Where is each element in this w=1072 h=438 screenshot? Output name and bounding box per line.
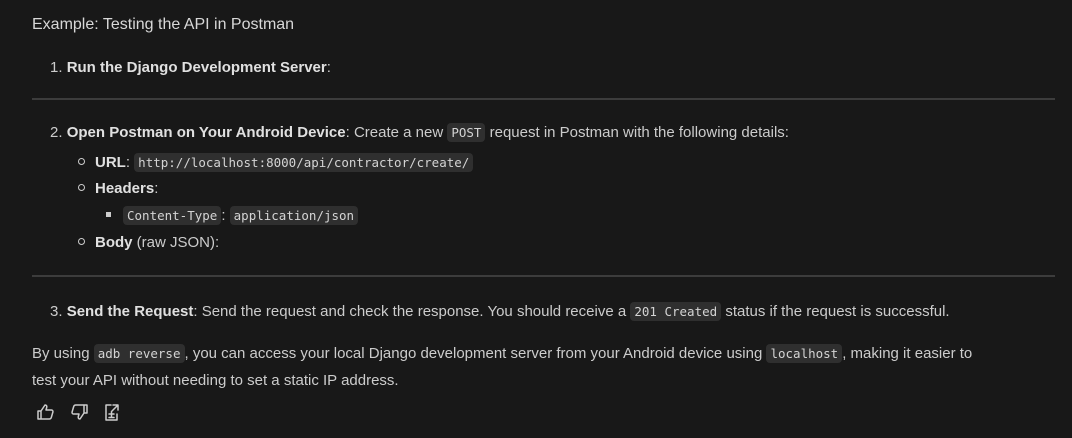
inline-code: POST [447,123,486,142]
bullet-icon [78,183,85,191]
list-item-headers: Headers: [78,179,158,199]
section-heading: Example: Testing the API in Postman [32,16,295,33]
export-icon[interactable] [102,402,122,422]
summary-line-2: test your API without needing to set a s… [32,372,399,389]
square-bullet-icon [106,211,111,217]
bullet-icon [78,237,85,245]
step-3: 3. Send the Request: Send the request an… [50,302,950,321]
thumbs-down-icon[interactable] [69,402,89,422]
step-1-title: Run the Django Development Server [66,59,327,76]
inline-code-url: http://localhost:8000/api/contractor/cre… [134,153,474,172]
list-item-url: URL: http://localhost:8000/api/contracto… [78,153,474,173]
divider [32,275,1055,277]
thumbs-up-icon[interactable] [36,402,56,422]
divider [32,98,1055,100]
list-item-body: Body (raw JSON): [78,233,219,253]
summary-line-1: By using adb reverse, you can access you… [32,344,973,363]
list-item-content-type: Content-Type: application/json [106,206,359,226]
step-1: 1. Run the Django Development Server: [50,59,331,76]
step-2: 2. Open Postman on Your Android Device: … [50,123,789,142]
bullet-icon [78,157,85,165]
